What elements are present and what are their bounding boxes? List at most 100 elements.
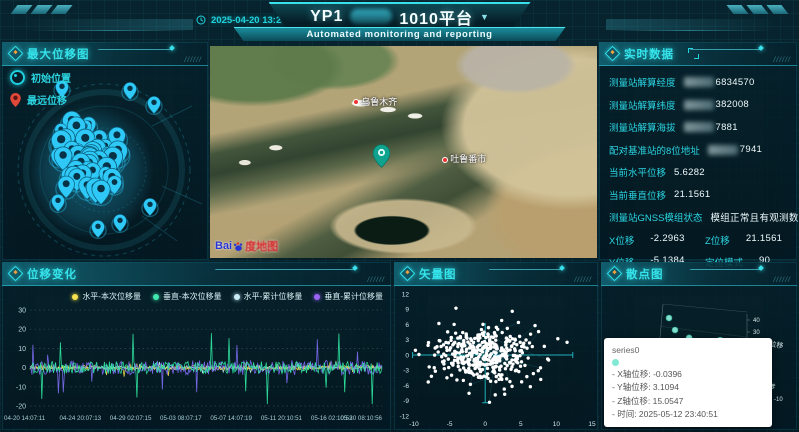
legend-item[interactable]: 水平-累计位移量: [234, 291, 303, 302]
scatter-point: [445, 346, 448, 349]
station-marker-pin[interactable]: [373, 144, 390, 168]
scatter-point: [481, 323, 484, 326]
scatter-point: [447, 366, 450, 369]
scatter-point: [510, 345, 513, 348]
diamond-icon: [607, 266, 623, 282]
scatter-point: [476, 360, 479, 363]
x-tick-label: 05-20 08:10:56: [340, 415, 382, 422]
scatter-point: [494, 351, 497, 354]
chevron-down-icon[interactable]: ▼: [480, 12, 489, 22]
scatter-point: [512, 342, 515, 345]
y-tick-label: -12: [400, 413, 410, 420]
scatter-point: [495, 326, 498, 329]
z-tick-label: 30: [753, 330, 760, 336]
x-tick-label: 5: [519, 421, 523, 428]
scatter-point: [486, 349, 489, 352]
scatter-point: [469, 383, 472, 386]
scatter-point: [437, 350, 440, 353]
scatter-point: [497, 373, 500, 376]
map-imagery[interactable]: [210, 46, 597, 258]
legend-item[interactable]: 初始位置: [10, 70, 71, 85]
tooltip-row: - 时间: 2025-05-12 23:40:51: [612, 408, 764, 421]
data-cell: Z位移21.1561: [705, 233, 782, 247]
data-value: 7941: [740, 144, 762, 155]
panel-header: 矢量图 //////: [394, 262, 598, 286]
platform-title[interactable]: YP1 1010平台 ▼: [269, 2, 531, 29]
scatter-point: [433, 366, 436, 369]
header-stripes-left: [14, 5, 69, 14]
scatter-point: [501, 331, 504, 334]
scatter-point: [437, 322, 440, 325]
scatter-point: [454, 306, 457, 309]
diamond-icon: [605, 46, 621, 62]
legend-dot-icon: [314, 294, 320, 300]
scatter-point: [480, 328, 483, 331]
pin-hole: [57, 135, 65, 143]
scatter-point: [454, 331, 457, 334]
panel-vector-chart: 矢量图 ////// 129630-3-6-9-12-10-5051015: [394, 262, 598, 430]
city-label: 吐鲁番市: [442, 152, 486, 165]
x-tick-label: -10: [409, 421, 419, 428]
scatter-point: [478, 364, 481, 367]
y-tick-label: 20: [18, 327, 26, 334]
scatter-point: [470, 339, 473, 342]
legend-item[interactable]: 垂直-本次位移量: [153, 291, 222, 302]
scatter-point: [492, 367, 495, 370]
decoration-line: [480, 269, 563, 276]
scatter-point: [515, 369, 518, 372]
scatter-point: [438, 339, 441, 342]
tooltip-row: - Y轴位移: 3.1094: [612, 381, 764, 394]
pin-hole: [147, 202, 152, 207]
scatter-point: [494, 393, 497, 396]
scatter-point: [427, 341, 430, 344]
scatter-point: [522, 345, 525, 348]
scatter-point: [486, 367, 489, 370]
scatter-point: [481, 368, 484, 371]
scatter-point: [462, 343, 465, 346]
x-tick-label: 05-03 08:07:17: [160, 415, 202, 422]
scatter-point: [531, 345, 534, 348]
x-tick-label: 04-20 14:07:11: [4, 415, 46, 422]
data-label: X位移: [609, 233, 634, 247]
data-row: 当前垂直位移21.1561: [609, 188, 787, 202]
legend-item[interactable]: 最远位移: [10, 92, 71, 107]
scatter-point: [434, 370, 437, 373]
legend-label: 水平-累计位移量: [244, 291, 303, 302]
data-label: 测量站GNSS模组状态: [609, 210, 702, 224]
data-row: 配对基准站的8位地址7941: [609, 143, 787, 157]
scatter-point: [468, 352, 471, 355]
scatter-point: [493, 333, 496, 336]
scatter-point: [453, 350, 456, 353]
subtitle-banner: Automated monitoring and reporting: [234, 27, 566, 41]
scatter-point: [461, 359, 464, 362]
scatter-point: [464, 332, 467, 335]
legend-label: 垂直-本次位移量: [163, 291, 222, 302]
chart-legend: 水平-本次位移量 垂直-本次位移量 水平-累计位移量垂直-累计位移量: [2, 286, 391, 302]
scatter-point: [503, 393, 506, 396]
legend-item[interactable]: 垂直-累计位移量: [314, 291, 383, 302]
pin-hole: [95, 224, 100, 229]
scatter-point: [489, 353, 492, 356]
redacted-value: [708, 145, 738, 155]
legend-item[interactable]: 水平-本次位移量: [72, 291, 141, 302]
y-tick-label: 6: [405, 322, 409, 329]
scatter-point: [547, 358, 550, 361]
x-tick-label: 0: [483, 421, 487, 428]
scatter-point: [508, 361, 511, 364]
decoration-line: [681, 269, 762, 276]
data-row: 测量站解算经度6834570: [609, 75, 787, 89]
scatter-point: [485, 352, 488, 355]
panel-header: 最大位移图 //////: [2, 42, 208, 66]
scatter-point: [519, 365, 522, 368]
x-tick-label: 05-07 14:07:19: [210, 415, 252, 422]
scatter-point: [539, 366, 542, 369]
scatter-point: [565, 341, 568, 344]
scatter-point: [505, 340, 508, 343]
y-tick-label: -20: [16, 404, 26, 411]
satellite-map[interactable]: 乌鲁木齐吐鲁番市 Bai 度地图: [210, 46, 597, 258]
scatter-point: [510, 365, 513, 368]
top-header: 2025-04-20 13:24:39 至 2025-05-20 13:24:3…: [0, 0, 799, 40]
scatter-point: [466, 370, 469, 373]
scatter-point: [477, 335, 480, 338]
scatter-point: [478, 367, 481, 370]
